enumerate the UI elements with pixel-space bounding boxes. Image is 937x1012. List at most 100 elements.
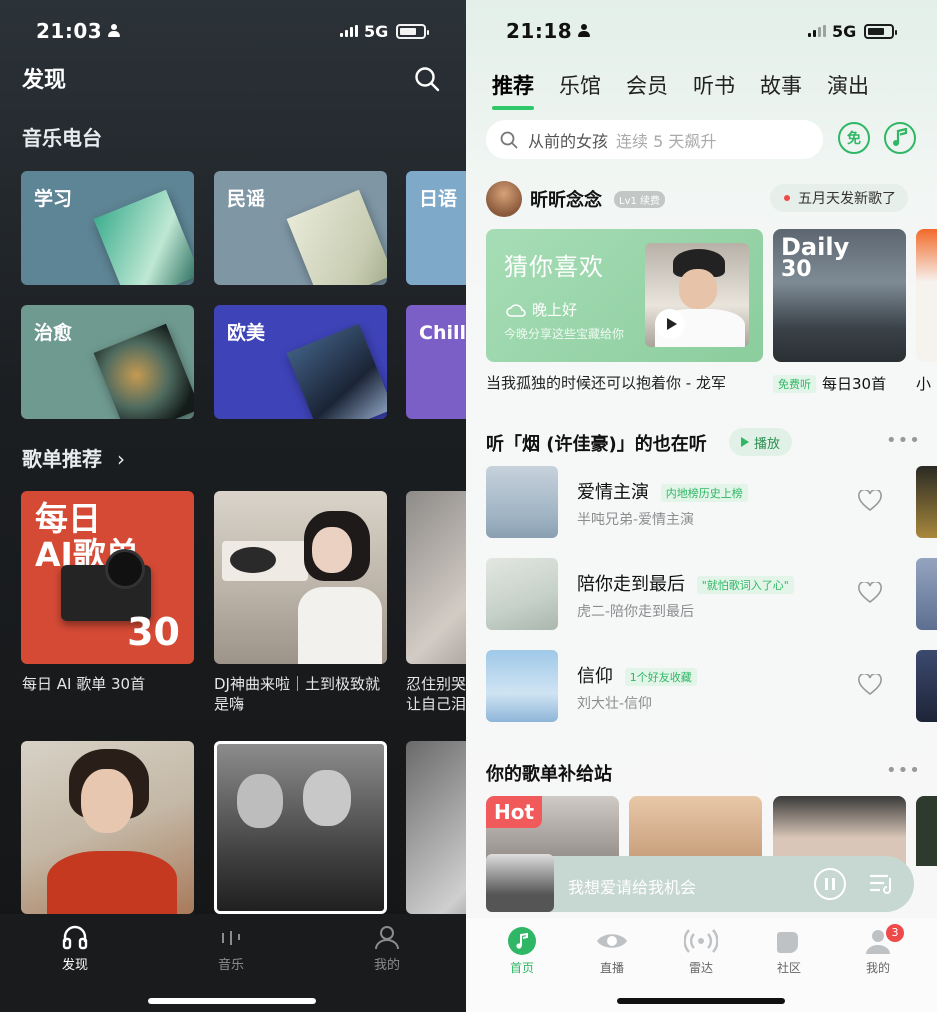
notification-badge: 3 bbox=[886, 924, 904, 942]
free-mode-button[interactable]: 免 bbox=[838, 122, 870, 154]
nav-discover[interactable]: 发现 bbox=[45, 924, 105, 973]
nav-community[interactable]: 社区 bbox=[759, 926, 819, 976]
playlist-caption: 每日 AI 歌单 30首 bbox=[22, 675, 146, 693]
radio-card-japanese[interactable]: 日语 bbox=[406, 171, 466, 285]
tab-recommend[interactable]: 推荐 bbox=[492, 70, 534, 110]
heart-icon[interactable] bbox=[858, 490, 882, 512]
song-cover bbox=[486, 650, 558, 722]
radio-card-healing[interactable]: 治愈 bbox=[21, 305, 194, 419]
play-button[interactable] bbox=[655, 309, 685, 339]
radio-section-title: 音乐电台 bbox=[22, 126, 102, 150]
tab-show[interactable]: 演出 bbox=[827, 70, 869, 100]
playlist-cover-diva[interactable] bbox=[21, 741, 194, 914]
mini-player[interactable]: 我想爱请给我机会 bbox=[486, 854, 914, 912]
nav-mine[interactable]: 我的 bbox=[357, 924, 417, 973]
tab-vip[interactable]: 会员 bbox=[626, 70, 668, 100]
song-artist: 刘大壮-信仰 bbox=[577, 696, 653, 712]
nav-mine[interactable]: 我的 3 bbox=[848, 924, 908, 976]
song-cover bbox=[486, 558, 558, 630]
radio-card-label: 学习 bbox=[34, 188, 73, 210]
announcement-chip[interactable]: 五月天发新歌了 bbox=[770, 184, 908, 212]
radio-card-label: 日语 bbox=[419, 188, 458, 210]
song-row[interactable]: 爱情主演 内地榜历史上榜 半吨兄弟-爱情主演 bbox=[486, 466, 926, 538]
search-icon bbox=[500, 131, 518, 148]
person-icon bbox=[578, 24, 591, 38]
play-icon bbox=[666, 318, 677, 330]
free-listen-tag: 免费听 bbox=[773, 374, 816, 393]
nav-label: 我的 bbox=[373, 958, 400, 973]
tab-audiobook[interactable]: 听书 bbox=[693, 70, 735, 100]
nav-label: 发现 bbox=[61, 958, 88, 973]
playlist-icon[interactable] bbox=[868, 872, 894, 896]
chevron-right-icon: › bbox=[116, 447, 125, 471]
signal-icon bbox=[808, 25, 826, 37]
home-indicator[interactable] bbox=[148, 998, 316, 1004]
battery-icon bbox=[864, 23, 898, 39]
song-row[interactable]: 陪你走到最后 "就怕歌词入了心" 虎二-陪你走到最后 bbox=[486, 558, 926, 630]
radio-card-label: 欧美 bbox=[227, 322, 266, 344]
hot-label: Hot bbox=[486, 796, 543, 828]
play-icon bbox=[741, 437, 749, 447]
playlist-cover-retro[interactable] bbox=[214, 741, 387, 914]
playlist-section-title[interactable]: 歌单推荐 › bbox=[22, 443, 125, 472]
play-all-button[interactable]: 播放 bbox=[729, 428, 793, 456]
playlist-cover-ai[interactable]: 每日 AI歌单 30 bbox=[21, 491, 194, 664]
avatar[interactable] bbox=[486, 181, 522, 217]
pause-button[interactable] bbox=[814, 868, 846, 900]
song-title: 信仰 1个好友收藏 bbox=[577, 662, 697, 688]
search-input[interactable]: 从前的女孩 连续 5 天飙升 bbox=[486, 120, 823, 159]
third-card[interactable] bbox=[916, 229, 937, 362]
playlist-cover-bw[interactable] bbox=[406, 741, 466, 914]
playlist-cover-third[interactable] bbox=[406, 491, 466, 664]
radio-card-western[interactable]: 欧美 bbox=[214, 305, 387, 419]
heart-icon[interactable] bbox=[858, 674, 882, 696]
equalizer-icon bbox=[222, 931, 240, 945]
playlist-cover-dj[interactable] bbox=[214, 491, 387, 664]
nav-label: 首页 bbox=[509, 961, 534, 975]
now-playing-cover bbox=[486, 854, 554, 912]
radio-card-label: Chill 放 bbox=[419, 322, 466, 344]
song-tag: 内地榜历史上榜 bbox=[660, 484, 748, 502]
nav-label: 雷达 bbox=[688, 961, 713, 975]
radio-card-chill[interactable]: Chill 放 bbox=[406, 305, 466, 419]
cover-ai-number: 30 bbox=[127, 610, 180, 654]
daily-30-card[interactable]: Daily 30 bbox=[773, 229, 906, 362]
radio-card-study[interactable]: 学习 bbox=[21, 171, 194, 285]
playlist-caption: DJ神曲来啦｜土到极致就是嗨 bbox=[214, 675, 380, 713]
home-indicator[interactable] bbox=[617, 998, 785, 1004]
song-row[interactable]: 信仰 1个好友收藏 刘大壮-信仰 bbox=[486, 650, 926, 722]
radio-art bbox=[286, 323, 387, 419]
announcement-text: 五月天发新歌了 bbox=[798, 191, 896, 207]
home-screen: 21:18 5G 推荐 乐馆 会员 听书 故事 演出 从前的女孩 连续 5 天飙… bbox=[466, 0, 937, 1012]
radio-card-folk[interactable]: 民谣 bbox=[214, 171, 387, 285]
red-dot-icon bbox=[784, 195, 790, 201]
song-artist: 虎二-陪你走到最后 bbox=[577, 604, 695, 620]
radar-icon bbox=[683, 929, 719, 953]
daily-caption: 每日30首 bbox=[822, 375, 887, 393]
guess-desc: 今晚分享这些宝藏给你 bbox=[504, 327, 625, 341]
nav-home[interactable]: 首页 bbox=[492, 926, 552, 976]
search-query: 从前的女孩 bbox=[528, 131, 609, 151]
more-icon[interactable]: ••• bbox=[886, 430, 921, 451]
play-all-label: 播放 bbox=[754, 436, 781, 452]
nav-live[interactable]: 直播 bbox=[582, 926, 642, 976]
third-caption: 小 bbox=[916, 375, 932, 393]
bottom-nav: 首页 直播 雷达 社区 我的 3 bbox=[466, 918, 937, 1012]
search-icon[interactable] bbox=[414, 66, 440, 92]
nav-music[interactable]: 音乐 bbox=[201, 924, 261, 973]
guess-you-like-card[interactable]: 猜你喜欢 晚上好 今晚分享这些宝藏给你 bbox=[486, 229, 763, 362]
nav-radar[interactable]: 雷达 bbox=[671, 926, 731, 976]
level-badge: Lv1 续费 bbox=[614, 191, 666, 208]
nav-label: 我的 bbox=[865, 961, 890, 975]
heart-icon[interactable] bbox=[858, 582, 882, 604]
radio-card-label: 治愈 bbox=[34, 322, 73, 344]
tab-story[interactable]: 故事 bbox=[760, 70, 802, 100]
tab-library[interactable]: 乐馆 bbox=[559, 70, 601, 100]
bottom-nav: 发现 音乐 我的 bbox=[0, 914, 466, 1012]
discover-screen: 21:03 5G 发现 音乐电台 学习 民谣 日语 治愈 欧美 Chill 放 … bbox=[0, 0, 466, 1012]
song-artist: 半吨兄弟-爱情主演 bbox=[577, 512, 695, 528]
pause-icon bbox=[825, 878, 828, 890]
radio-art bbox=[286, 189, 387, 285]
more-icon[interactable]: ••• bbox=[886, 760, 921, 781]
music-recognize-button[interactable] bbox=[884, 122, 916, 154]
